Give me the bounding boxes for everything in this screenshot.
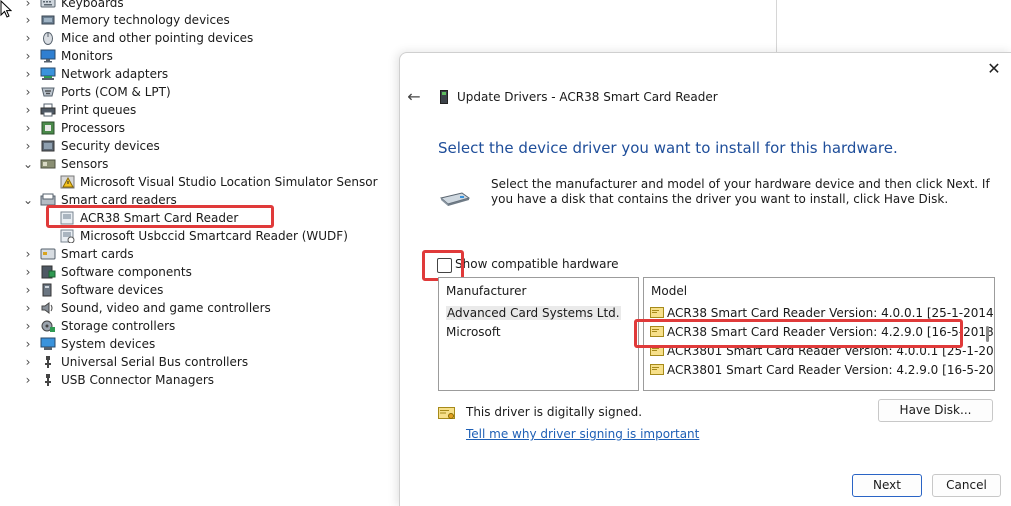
tree-item-label: Microsoft Visual Studio Location Simulat… [80, 175, 378, 189]
chevron-right-icon[interactable]: › [22, 137, 34, 155]
dialog-heading: Select the device driver you want to ins… [438, 139, 898, 157]
chevron-right-icon[interactable]: › [22, 371, 34, 389]
have-disk-button[interactable]: Have Disk... [878, 399, 993, 422]
next-button[interactable]: Next [852, 474, 922, 497]
smart-card-reader-icon [60, 229, 75, 243]
tree-item-label: Ports (COM & LPT) [61, 85, 171, 99]
cancel-button[interactable]: Cancel [932, 474, 1001, 497]
sensor-icon [40, 159, 56, 169]
security-device-icon [41, 140, 55, 152]
manufacturer-header: Manufacturer [446, 284, 527, 298]
chevron-right-icon[interactable]: › [22, 65, 34, 83]
chevron-right-icon[interactable]: › [22, 317, 34, 335]
chevron-right-icon[interactable]: › [22, 11, 34, 29]
model-list-scrollbar[interactable] [981, 278, 994, 390]
chevron-down-icon[interactable]: ⌄ [22, 191, 34, 209]
printer-icon [40, 103, 56, 117]
tree-item-label: Sensors [61, 157, 109, 171]
chevron-right-icon[interactable]: › [22, 281, 34, 299]
dialog-instructions: Select the manufacturer and model of you… [491, 177, 990, 206]
system-device-icon [40, 337, 56, 350]
tree-item-mice[interactable]: › Mice and other pointing devices [0, 29, 760, 47]
tree-item-memory-technology[interactable]: › Memory technology devices [0, 11, 760, 29]
tree-item-label: Sound, video and game controllers [61, 301, 271, 315]
mouse-icon [43, 32, 53, 45]
signed-status-text: This driver is digitally signed. [466, 405, 643, 419]
highlight-box-model [634, 319, 963, 348]
show-compatible-label[interactable]: Show compatible hardware [455, 257, 619, 271]
manufacturer-item-microsoft[interactable]: Microsoft [446, 323, 501, 341]
warning-sensor-icon [60, 175, 75, 189]
tree-item-label: Microsoft Usbccid Smartcard Reader (WUDF… [80, 229, 348, 243]
tree-item-label: Software components [61, 265, 192, 279]
tree-item-label: Smart cards [61, 247, 134, 261]
chevron-right-icon[interactable]: › [22, 245, 34, 263]
model-header: Model [651, 284, 688, 298]
speaker-icon [41, 302, 53, 314]
tree-item-label: Universal Serial Bus controllers [61, 355, 249, 369]
tree-item-label: Print queues [61, 103, 137, 117]
highlight-box-device [46, 205, 274, 228]
chevron-right-icon[interactable]: › [22, 263, 34, 281]
card-reader-device-icon [440, 90, 448, 104]
tree-item-label: Monitors [61, 49, 113, 63]
tree-item-label: Storage controllers [61, 319, 176, 333]
chevron-right-icon[interactable]: › [22, 335, 34, 353]
dialog-title: Update Drivers - ACR38 Smart Card Reader [457, 90, 718, 104]
monitor-icon [40, 49, 56, 63]
model-label: ACR3801 Smart Card Reader Version: 4.2.9… [667, 363, 995, 377]
tree-item-label: Memory technology devices [61, 13, 230, 27]
memory-chip-icon [41, 15, 55, 25]
scrollbar-thumb[interactable] [986, 326, 989, 342]
network-adapter-icon [40, 67, 56, 80]
hardware-disk-icon [440, 192, 470, 206]
chevron-right-icon[interactable]: › [22, 353, 34, 371]
certificate-icon [650, 307, 664, 318]
chevron-right-icon[interactable]: › [22, 101, 34, 119]
manufacturer-label: Advanced Card Systems Ltd. [446, 306, 621, 320]
usb-connector-icon [45, 374, 51, 386]
tree-item-label: Security devices [61, 139, 160, 153]
model-item[interactable]: ACR3801 Smart Card Reader Version: 4.2.9… [644, 361, 994, 379]
driver-signing-link[interactable]: Tell me why driver signing is important [466, 427, 699, 441]
chevron-down-icon[interactable]: ⌄ [22, 155, 34, 173]
tree-item-label: Mice and other pointing devices [61, 31, 254, 45]
chevron-right-icon[interactable]: › [22, 29, 34, 47]
chevron-right-icon[interactable]: › [22, 299, 34, 317]
manufacturer-list[interactable]: Manufacturer Advanced Card Systems Ltd. … [438, 277, 639, 391]
back-arrow-icon[interactable]: ← [405, 88, 423, 106]
certificate-icon [650, 364, 664, 375]
signed-driver-icon [438, 407, 455, 419]
tree-item-label: Software devices [61, 283, 164, 297]
tree-item-label: System devices [61, 337, 156, 351]
chevron-right-icon[interactable]: › [22, 83, 34, 101]
tree-item-label: USB Connector Managers [61, 373, 215, 387]
software-component-icon [41, 265, 56, 279]
manufacturer-label: Microsoft [446, 325, 501, 339]
window-divider [776, 0, 777, 60]
port-icon [41, 87, 55, 97]
chevron-right-icon[interactable]: › [22, 47, 34, 65]
update-drivers-dialog: ✕ ← Update Drivers - ACR38 Smart Card Re… [399, 52, 1011, 506]
smart-card-icon [40, 248, 56, 260]
manufacturer-item-acs[interactable]: Advanced Card Systems Ltd. [446, 304, 621, 322]
chevron-right-icon[interactable]: › [22, 119, 34, 137]
tree-item-label: Processors [61, 121, 126, 135]
usb-icon [45, 356, 51, 368]
storage-controller-icon [41, 320, 55, 332]
tree-item-label: Network adapters [61, 67, 169, 81]
software-device-icon [42, 283, 52, 297]
processor-icon [41, 121, 55, 135]
keyboard-icon [40, 0, 56, 8]
close-icon[interactable]: ✕ [984, 59, 1004, 79]
